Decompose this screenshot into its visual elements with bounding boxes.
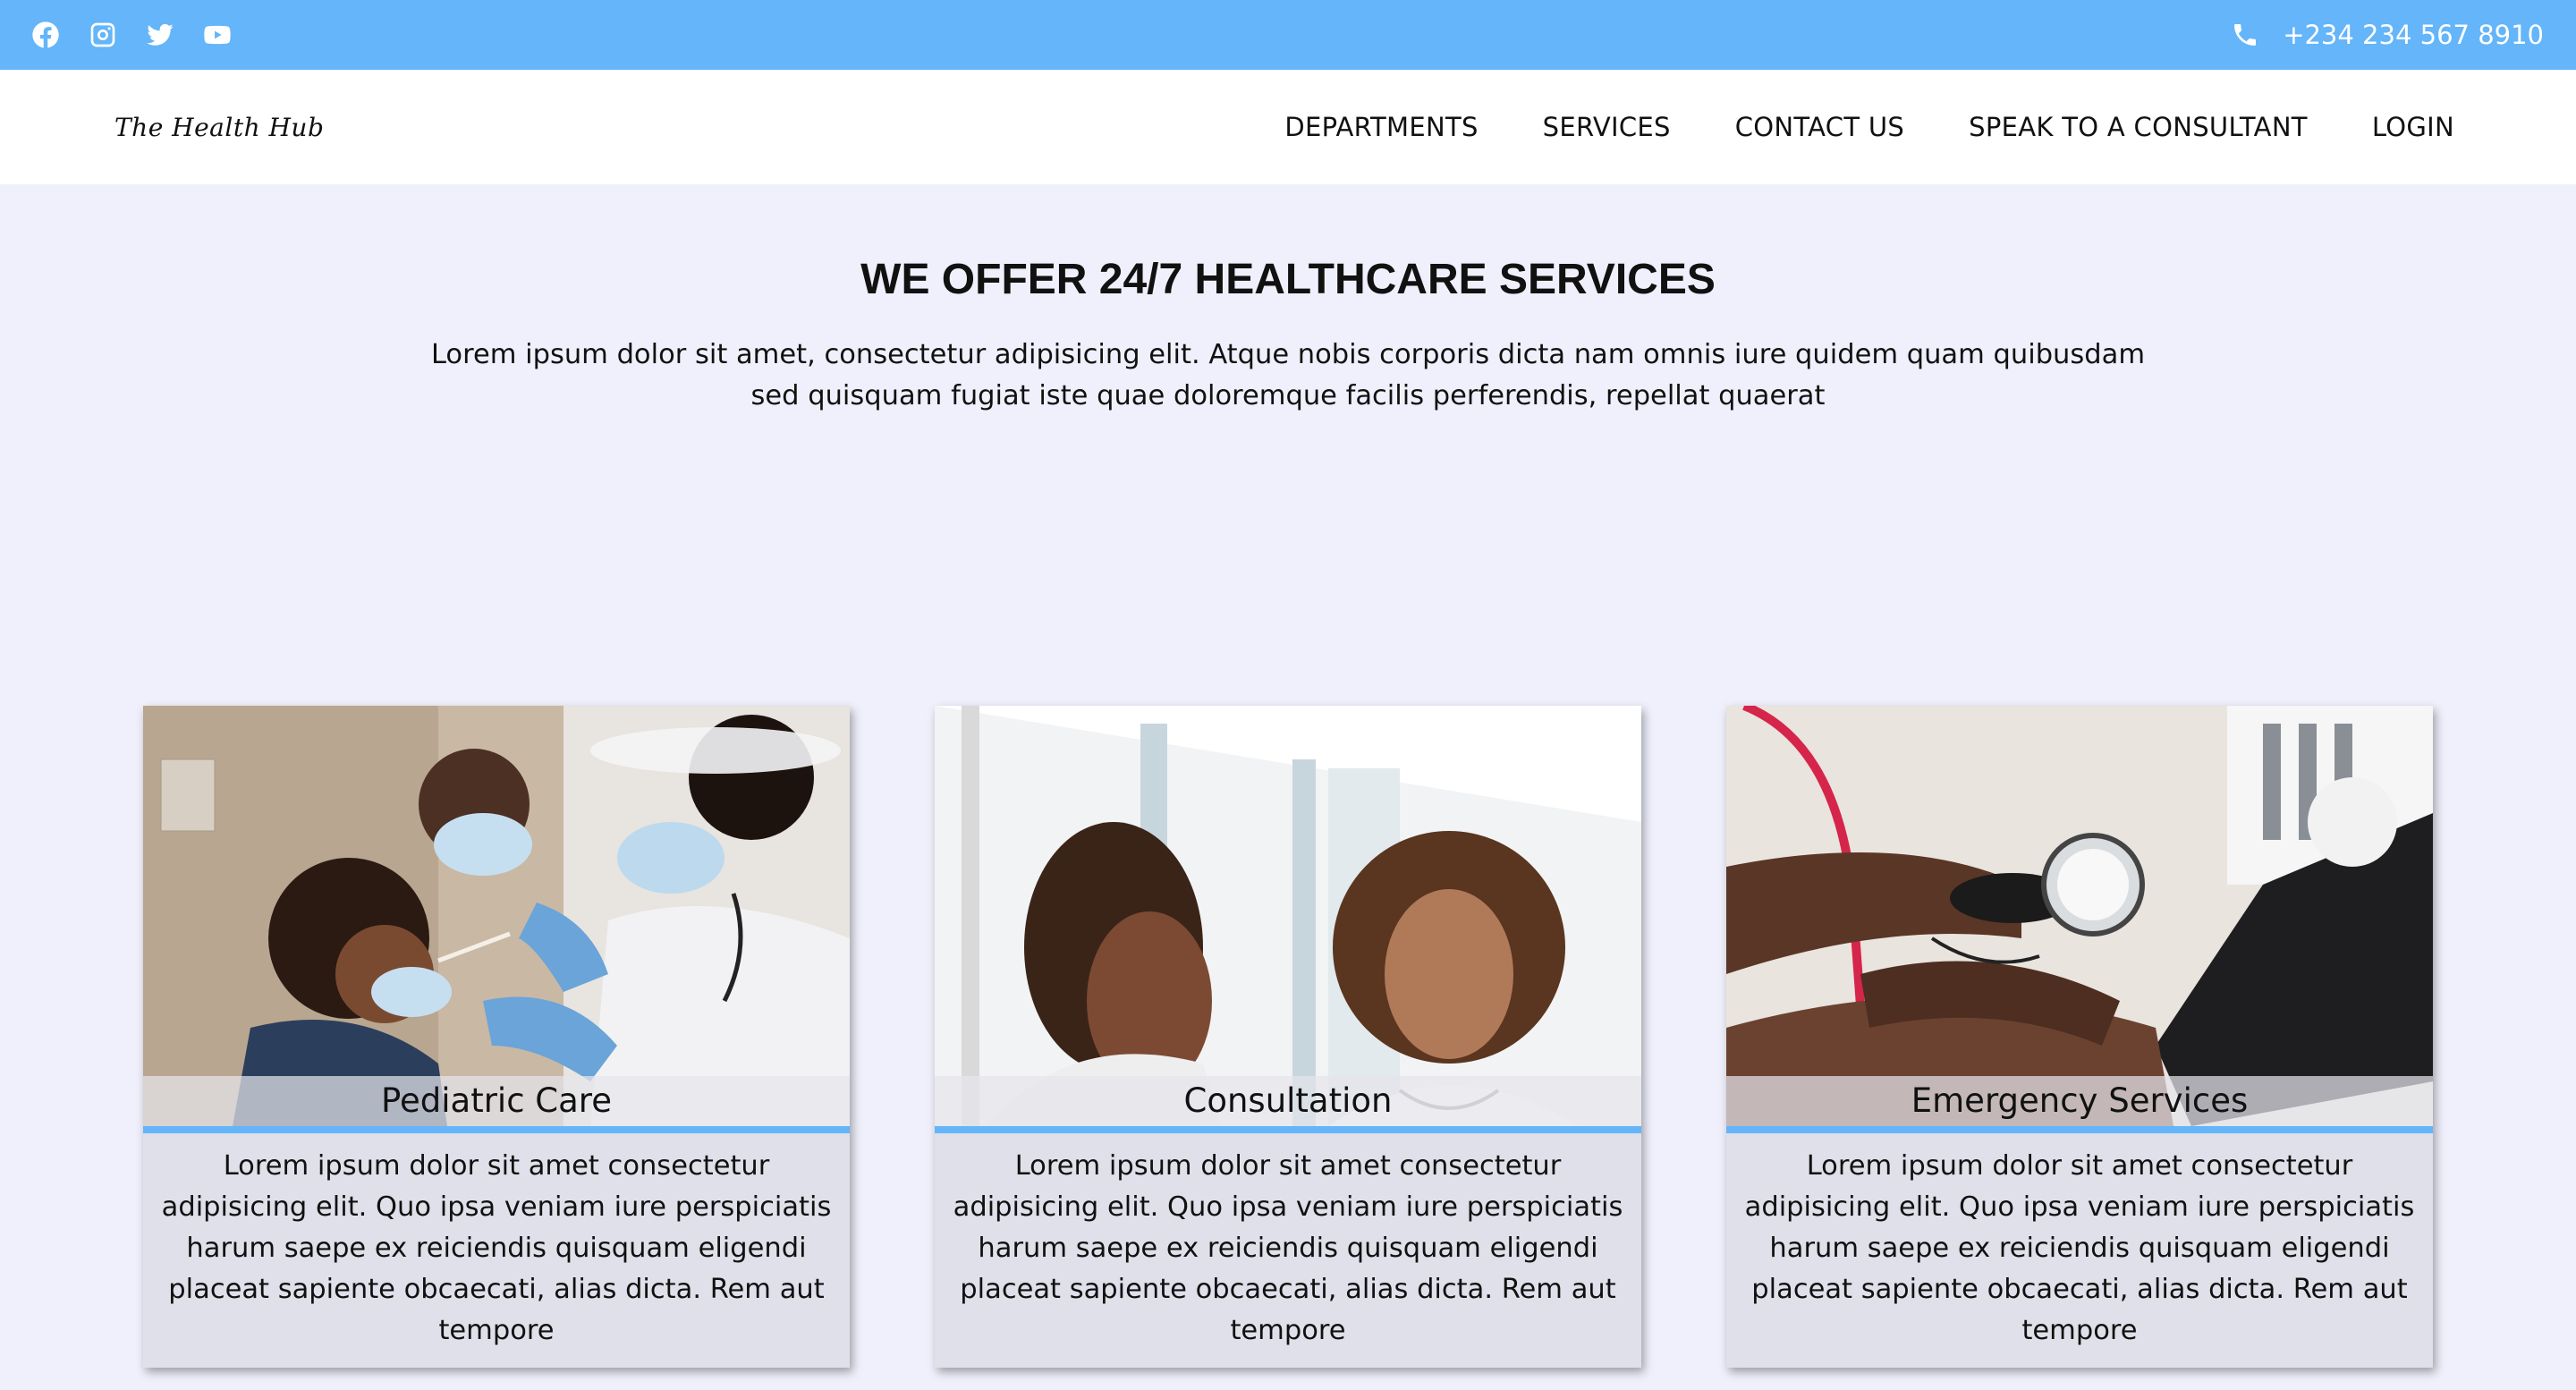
hero-title: WE OFFER 24/7 HEALTHCARE SERVICES (860, 256, 1716, 303)
nav-item-login[interactable]: LOGIN (2372, 112, 2454, 142)
service-card-consultation[interactable]: Consultation Lorem ipsum dolor sit amet … (935, 706, 1641, 1368)
youtube-icon[interactable] (202, 20, 233, 50)
phone-number[interactable]: +234 234 567 8910 (2283, 20, 2544, 50)
nav-item-services[interactable]: SERVICES (1543, 112, 1671, 142)
social-links (30, 20, 233, 50)
site-logo[interactable]: The Health Hub (114, 113, 324, 142)
main-nav: The Health Hub DEPARTMENTS SERVICES CONT… (0, 70, 2576, 184)
nav-item-speak-to-consultant[interactable]: SPEAK TO A CONSULTANT (1969, 112, 2308, 142)
hero-description: Lorem ipsum dolor sit amet, consectetur … (430, 339, 2146, 411)
card-description: Lorem ipsum dolor sit amet consectetur a… (953, 1150, 1623, 1346)
emergency-services-image: Emergency Services (1726, 706, 2433, 1126)
contact-phone[interactable]: +234 234 567 8910 (2231, 20, 2544, 50)
facebook-icon[interactable] (30, 20, 61, 50)
card-description: Lorem ipsum dolor sit amet consectetur a… (1744, 1150, 2415, 1346)
card-accent-bar (935, 1126, 1641, 1133)
card-description: Lorem ipsum dolor sit amet consectetur a… (161, 1150, 832, 1346)
card-title: Pediatric Care (143, 1076, 850, 1126)
card-accent-bar (143, 1126, 850, 1133)
card-title: Consultation (935, 1076, 1641, 1126)
card-title: Emergency Services (1726, 1076, 2433, 1126)
nav-item-contact-us[interactable]: CONTACT US (1735, 112, 1904, 142)
pediatric-care-image: Pediatric Care (143, 706, 850, 1126)
consultation-image: Consultation (935, 706, 1641, 1126)
top-bar: +234 234 567 8910 (0, 0, 2576, 70)
nav-item-departments[interactable]: DEPARTMENTS (1284, 112, 1478, 142)
instagram-icon[interactable] (88, 20, 118, 50)
phone-icon (2234, 24, 2257, 46)
card-accent-bar (1726, 1126, 2433, 1133)
nav-menu: DEPARTMENTS SERVICES CONTACT US SPEAK TO… (1284, 112, 2454, 142)
twitter-icon[interactable] (145, 20, 175, 50)
service-card-emergency[interactable]: Emergency Services Lorem ipsum dolor sit… (1726, 706, 2433, 1368)
service-card-pediatric[interactable]: Pediatric Care Lorem ipsum dolor sit ame… (143, 706, 850, 1368)
